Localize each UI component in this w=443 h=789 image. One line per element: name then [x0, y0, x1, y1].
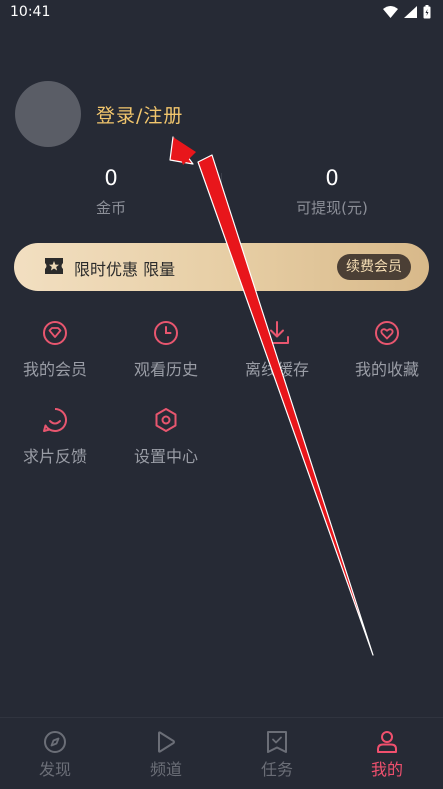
menu-label: 离线缓存 [244, 360, 309, 379]
menu-label: 我的收藏 [354, 360, 419, 379]
coins-value: 0 [104, 166, 118, 190]
withdrawable-label: 可提现(元) [296, 199, 368, 217]
menu-item-offline-cache[interactable]: 离线缓存 [222, 320, 332, 380]
download-icon [265, 321, 289, 344]
heart-icon [375, 321, 399, 345]
task-icon [267, 731, 287, 753]
vip-promo-text: 限时优惠 限量 [74, 260, 176, 279]
status-time: 10:41 [10, 4, 51, 20]
clock-icon [154, 321, 178, 345]
nav-label: 发现 [38, 760, 71, 779]
diamond-icon [43, 321, 67, 345]
withdrawable-value: 0 [325, 166, 339, 190]
menu-label: 观看历史 [133, 360, 198, 379]
nav-tab-channel[interactable]: 频道 [111, 730, 221, 780]
battery-icon [423, 5, 431, 19]
status-icons [383, 5, 431, 19]
menu-item-membership[interactable]: 我的会员 [0, 320, 110, 380]
coins-label: 金币 [95, 199, 126, 217]
play-icon [158, 731, 175, 753]
signal-icon [404, 6, 417, 18]
menu-label: 我的会员 [22, 360, 87, 379]
ticket-star-icon [45, 258, 63, 274]
feedback-icon [43, 407, 67, 432]
withdrawable-stat[interactable]: 0 可提现(元) [252, 165, 412, 218]
login-register-link[interactable]: 登录/注册 [96, 101, 183, 128]
nav-tab-tasks[interactable]: 任务 [222, 730, 332, 780]
menu-label: 求片反馈 [22, 447, 87, 466]
stats-divider [221, 173, 222, 215]
menu-item-favorites[interactable]: 我的收藏 [332, 320, 442, 380]
menu-item-settings[interactable]: 设置中心 [111, 407, 221, 467]
profile-header: 登录/注册 [15, 81, 183, 147]
nav-tab-discover[interactable]: 发现 [0, 730, 110, 780]
menu-label: 设置中心 [133, 447, 198, 466]
avatar[interactable] [15, 81, 81, 147]
coins-stat[interactable]: 0 金币 [31, 165, 191, 218]
renew-membership-button[interactable]: 续费会员 [337, 254, 411, 280]
nav-label: 频道 [149, 760, 182, 779]
wifi-icon [383, 6, 398, 18]
compass-icon [44, 731, 66, 753]
bottom-nav: 发现 频道 任务 我的 [0, 717, 443, 789]
nav-label: 我的 [370, 760, 403, 779]
profile-icon [377, 731, 397, 753]
settings-icon [155, 408, 177, 432]
menu-item-feedback[interactable]: 求片反馈 [0, 407, 110, 467]
nav-tab-mine[interactable]: 我的 [332, 730, 442, 780]
stats-row: 0 金币 0 可提现(元) [0, 165, 443, 225]
vip-promo-banner[interactable]: 限时优惠 限量 续费会员 [14, 243, 429, 291]
status-bar: 10:41 [0, 0, 443, 26]
menu-item-history[interactable]: 观看历史 [111, 320, 221, 380]
nav-label: 任务 [260, 760, 293, 779]
